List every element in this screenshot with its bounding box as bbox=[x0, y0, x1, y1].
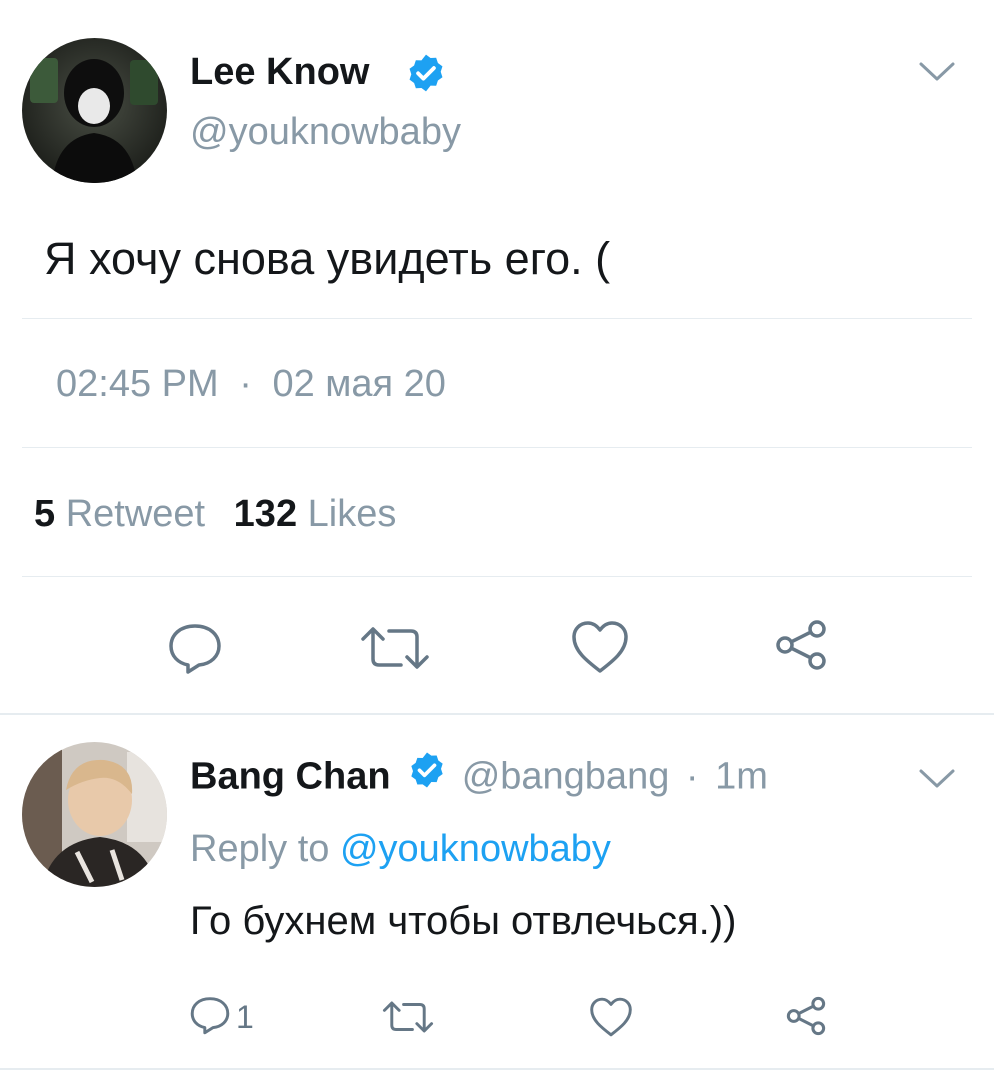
share-icon[interactable] bbox=[766, 614, 836, 676]
retweets-label: Retweet bbox=[65, 493, 206, 535]
chevron-down-icon[interactable] bbox=[915, 762, 959, 796]
verified-badge-icon bbox=[405, 52, 447, 99]
section-separator bbox=[0, 713, 994, 715]
reply-icon[interactable] bbox=[160, 618, 230, 678]
retweet-icon[interactable] bbox=[378, 994, 438, 1040]
reply-icon bbox=[188, 995, 232, 1040]
retweets-count: 5 bbox=[34, 493, 56, 535]
avatar-lee-know[interactable] bbox=[22, 38, 167, 183]
reply-text: Го бухнем чтобы отвлечься.)) bbox=[190, 899, 737, 943]
timestamp-separator: · bbox=[239, 363, 252, 405]
tweet-stats: 5 Retweet 132 Likes bbox=[34, 492, 396, 536]
retweets-stat[interactable]: 5 Retweet bbox=[34, 493, 216, 535]
chevron-down-icon[interactable] bbox=[915, 55, 959, 89]
author-handle[interactable]: @youknowbaby bbox=[190, 110, 461, 154]
reply-to-handle[interactable]: @youknowbaby bbox=[340, 828, 611, 870]
share-icon[interactable] bbox=[780, 992, 832, 1040]
tweet-time: 02:45 PM bbox=[56, 363, 219, 405]
likes-stat[interactable]: 132 Likes bbox=[234, 493, 397, 535]
tweet-date: 02 мая 20 bbox=[272, 363, 446, 405]
tweet-timestamp[interactable]: 02:45 PM · 02 мая 20 bbox=[56, 362, 446, 406]
likes-count: 132 bbox=[233, 493, 298, 535]
reply-reply-button[interactable]: 1 bbox=[188, 992, 278, 1042]
retweet-icon[interactable] bbox=[355, 618, 435, 678]
tweet-text: Я хочу снова увидеть его. ( bbox=[44, 233, 611, 284]
like-icon[interactable] bbox=[565, 616, 635, 678]
divider bbox=[22, 576, 972, 577]
likes-label: Likes bbox=[307, 493, 397, 535]
reply-time[interactable]: 1m bbox=[715, 756, 768, 798]
avatar-bang-chan[interactable] bbox=[22, 742, 167, 887]
reply-to-label: Reply to bbox=[190, 828, 330, 870]
divider bbox=[22, 447, 972, 448]
author-name[interactable]: Lee Know bbox=[190, 50, 369, 94]
reply-count: 1 bbox=[236, 998, 254, 1035]
reply-header: Bang Chan @bangbang · 1m bbox=[190, 750, 768, 804]
verified-badge-icon bbox=[407, 750, 447, 801]
divider bbox=[22, 318, 972, 319]
bottom-separator bbox=[0, 1068, 994, 1070]
reply-author-name[interactable]: Bang Chan bbox=[190, 756, 391, 798]
reply-time-separator: · bbox=[685, 755, 699, 798]
reply-to-line: Reply to @youknowbaby bbox=[190, 826, 611, 872]
reply-author-handle[interactable]: @bangbang bbox=[462, 756, 670, 798]
like-icon[interactable] bbox=[585, 994, 637, 1040]
